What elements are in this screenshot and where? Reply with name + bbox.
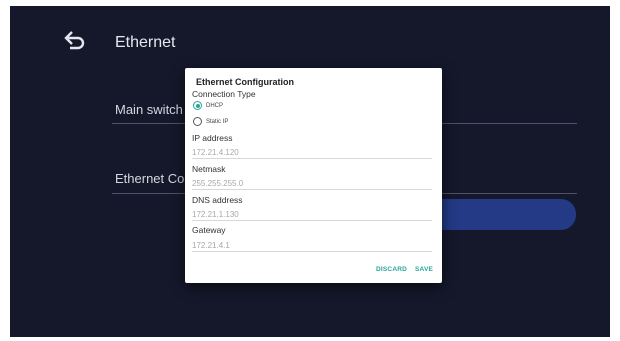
gateway-field[interactable]: 172.21.4.1 [192, 241, 432, 252]
save-button[interactable]: SAVE [415, 266, 433, 273]
gateway-label: Gateway [192, 225, 226, 235]
discard-button[interactable]: DISCARD [376, 266, 407, 273]
dhcp-radio-option[interactable]: DHCP [193, 101, 223, 110]
dns-address-label: DNS address [192, 195, 243, 205]
dhcp-label: DHCP [206, 102, 224, 109]
radio-checked-icon[interactable] [193, 101, 202, 110]
dns-address-field[interactable]: 172.21.1.130 [192, 210, 432, 221]
radio-unchecked-icon[interactable] [193, 117, 202, 126]
settings-screen: Ethernet Main switch Ethernet Configurat… [10, 6, 610, 337]
ip-address-label: IP address [192, 133, 233, 143]
back-button[interactable] [62, 29, 88, 51]
netmask-field[interactable]: 255.255.255.0 [192, 179, 432, 190]
connection-type-label: Connection Type [192, 89, 256, 99]
static-ip-label: Static IP [206, 118, 229, 125]
ip-address-field[interactable]: 172.21.4.120 [192, 148, 432, 159]
focus-highlight [430, 199, 576, 230]
dialog-title: Ethernet Configuration [196, 77, 294, 87]
static-ip-radio-option[interactable]: Static IP [193, 117, 228, 126]
back-arrow-icon [64, 31, 85, 50]
main-switch-label[interactable]: Main switch [115, 102, 183, 117]
page-title: Ethernet [115, 34, 176, 51]
netmask-label: Netmask [192, 164, 226, 174]
ethernet-configuration-dialog: Ethernet Configuration Connection Type D… [185, 68, 442, 283]
